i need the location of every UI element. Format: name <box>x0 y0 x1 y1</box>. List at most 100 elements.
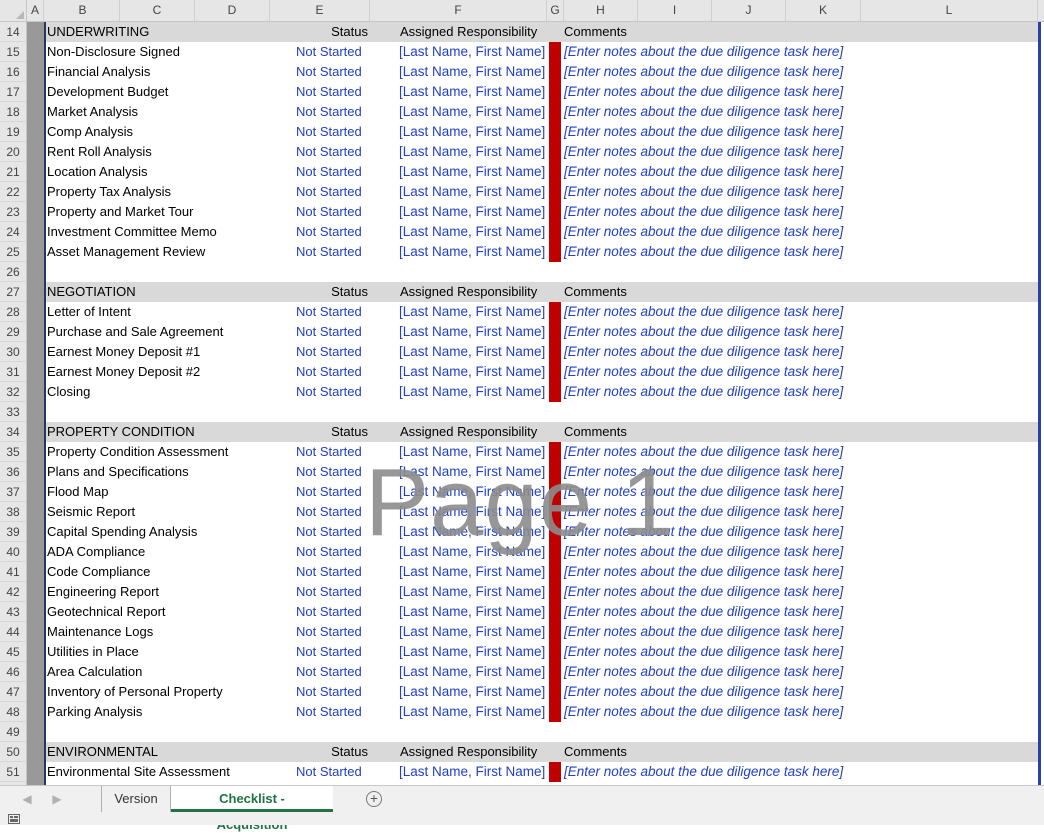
assigned-cell[interactable]: [Last Name, First Name] <box>399 702 545 722</box>
comment-cell[interactable]: [Enter notes about the due diligence tas… <box>564 622 843 642</box>
task-row[interactable]: Market Analysis Not Started [Last Name, Fi… <box>46 102 1038 122</box>
assigned-cell[interactable]: [Last Name, First Name] <box>399 662 545 682</box>
status-cell[interactable]: Not Started <box>296 42 362 62</box>
comment-cell[interactable]: [Enter notes about the due diligence tas… <box>564 762 843 782</box>
column-header-a[interactable]: A <box>27 0 44 21</box>
task-row[interactable]: Parking Analysis Not Started [Last Name, F… <box>46 702 1038 722</box>
comment-cell[interactable]: [Enter notes about the due diligence tas… <box>564 202 843 222</box>
column-header-h[interactable]: H <box>564 0 638 21</box>
task-name-cell[interactable]: Rent Roll Analysis <box>47 142 152 162</box>
assigned-cell[interactable]: [Last Name, First Name] <box>399 442 545 462</box>
macro-record-icon[interactable] <box>8 814 20 824</box>
row-header[interactable]: 49 <box>0 722 26 742</box>
row-header[interactable]: 15 <box>0 42 26 62</box>
task-name-cell[interactable]: Utilities in Place <box>47 642 139 662</box>
row-header[interactable]: 20 <box>0 142 26 162</box>
assigned-cell[interactable]: [Last Name, First Name] <box>399 522 545 542</box>
status-cell[interactable]: Not Started <box>296 662 362 682</box>
comment-cell[interactable]: [Enter notes about the due diligence tas… <box>564 582 843 602</box>
status-cell[interactable]: Not Started <box>296 502 362 522</box>
task-row[interactable]: Maintenance Logs Not Started [Last Name, F… <box>46 622 1038 642</box>
task-row[interactable]: Earnest Money Deposit #1 Not Started [Last… <box>46 342 1038 362</box>
assigned-cell[interactable]: [Last Name, First Name] <box>399 222 545 242</box>
status-cell[interactable]: Not Started <box>296 442 362 462</box>
assigned-cell[interactable]: [Last Name, First Name] <box>399 102 545 122</box>
task-name-cell[interactable]: Non-Disclosure Signed <box>47 42 180 62</box>
row-header[interactable]: 14 <box>0 22 26 42</box>
assigned-cell[interactable]: [Last Name, First Name] <box>399 622 545 642</box>
row-header[interactable]: 46 <box>0 662 26 682</box>
row-header[interactable]: 47 <box>0 682 26 702</box>
assigned-cell[interactable]: [Last Name, First Name] <box>399 542 545 562</box>
task-name-cell[interactable]: Flood Map <box>47 482 108 502</box>
comment-cell[interactable]: [Enter notes about the due diligence tas… <box>564 42 843 62</box>
task-row[interactable]: Inventory of Personal Property Not Starte… <box>46 682 1038 702</box>
task-row[interactable]: Plans and Specifications Not Started [Last… <box>46 462 1038 482</box>
row-header[interactable]: 42 <box>0 582 26 602</box>
comment-cell[interactable]: [Enter notes about the due diligence tas… <box>564 322 843 342</box>
row-header[interactable]: 35 <box>0 442 26 462</box>
section-header-row[interactable]: UNDERWRITING Status Assigned Responsibilit… <box>46 22 1038 42</box>
assigned-cell[interactable]: [Last Name, First Name] <box>399 62 545 82</box>
task-row[interactable]: Flood Map Not Started [Last Name, First Na… <box>46 482 1038 502</box>
row-header[interactable]: 19 <box>0 122 26 142</box>
comment-cell[interactable]: [Enter notes about the due diligence tas… <box>564 162 843 182</box>
comment-cell[interactable]: [Enter notes about the due diligence tas… <box>564 562 843 582</box>
comment-cell[interactable]: [Enter notes about the due diligence tas… <box>564 662 843 682</box>
status-cell[interactable]: Not Started <box>296 142 362 162</box>
row-header[interactable]: 27 <box>0 282 26 302</box>
tab-checklist-acquisition[interactable]: Checklist - Acquisition <box>171 786 333 832</box>
assigned-cell[interactable]: [Last Name, First Name] <box>399 342 545 362</box>
status-cell[interactable]: Not Started <box>296 482 362 502</box>
column-header-l[interactable]: L <box>861 0 1038 21</box>
task-row[interactable]: Code Compliance Not Started [Last Name, Fi… <box>46 562 1038 582</box>
empty-row[interactable] <box>46 262 1038 282</box>
row-header[interactable]: 29 <box>0 322 26 342</box>
status-cell[interactable]: Not Started <box>296 622 362 642</box>
status-cell[interactable]: Not Started <box>296 62 362 82</box>
task-name-cell[interactable]: Property and Market Tour <box>47 202 193 222</box>
comment-cell[interactable]: [Enter notes about the due diligence tas… <box>564 522 843 542</box>
comment-cell[interactable]: [Enter notes about the due diligence tas… <box>564 482 843 502</box>
task-name-cell[interactable]: Financial Analysis <box>47 62 150 82</box>
task-row[interactable]: Purchase and Sale Agreement Not Started [L… <box>46 322 1038 342</box>
comment-cell[interactable]: [Enter notes about the due diligence tas… <box>564 222 843 242</box>
task-name-cell[interactable]: Parking Analysis <box>47 702 142 722</box>
assigned-cell[interactable]: [Last Name, First Name] <box>399 762 545 782</box>
assigned-cell[interactable]: [Last Name, First Name] <box>399 642 545 662</box>
comment-cell[interactable]: [Enter notes about the due diligence tas… <box>564 502 843 522</box>
task-name-cell[interactable]: Area Calculation <box>47 662 142 682</box>
comment-cell[interactable]: [Enter notes about the due diligence tas… <box>564 182 843 202</box>
row-header[interactable]: 41 <box>0 562 26 582</box>
task-name-cell[interactable]: Maintenance Logs <box>47 622 153 642</box>
assigned-cell[interactable]: [Last Name, First Name] <box>399 162 545 182</box>
comment-cell[interactable]: [Enter notes about the due diligence tas… <box>564 102 843 122</box>
status-cell[interactable]: Not Started <box>296 542 362 562</box>
column-header-e[interactable]: E <box>270 0 370 21</box>
task-name-cell[interactable]: Location Analysis <box>47 162 147 182</box>
row-header[interactable]: 18 <box>0 102 26 122</box>
section-header-row[interactable]: PROPERTY CONDITION Status Assigned Respons… <box>46 422 1038 442</box>
status-cell[interactable]: Not Started <box>296 82 362 102</box>
status-cell[interactable]: Not Started <box>296 162 362 182</box>
status-cell[interactable]: Not Started <box>296 522 362 542</box>
task-row[interactable]: Comp Analysis Not Started [Last Name, Firs… <box>46 122 1038 142</box>
row-header[interactable]: 43 <box>0 602 26 622</box>
task-name-cell[interactable]: Plans and Specifications <box>47 462 189 482</box>
row-header[interactable]: 45 <box>0 642 26 662</box>
task-row[interactable]: Utilities in Place Not Started [Last Name,… <box>46 642 1038 662</box>
status-cell[interactable]: Not Started <box>296 322 362 342</box>
assigned-cell[interactable]: [Last Name, First Name] <box>399 682 545 702</box>
task-row[interactable]: Letter of Intent Not Started [Last Name, F… <box>46 302 1038 322</box>
row-header[interactable]: 38 <box>0 502 26 522</box>
row-header[interactable]: 17 <box>0 82 26 102</box>
row-header[interactable]: 24 <box>0 222 26 242</box>
row-header[interactable]: 50 <box>0 742 26 762</box>
task-name-cell[interactable]: Development Budget <box>47 82 168 102</box>
task-row[interactable]: Development Budget Not Started [Last Name,… <box>46 82 1038 102</box>
task-name-cell[interactable]: Code Compliance <box>47 562 150 582</box>
status-cell[interactable]: Not Started <box>296 122 362 142</box>
row-header[interactable]: 40 <box>0 542 26 562</box>
row-header[interactable]: 21 <box>0 162 26 182</box>
scroll-left-icon[interactable]: ◀ <box>20 790 34 808</box>
